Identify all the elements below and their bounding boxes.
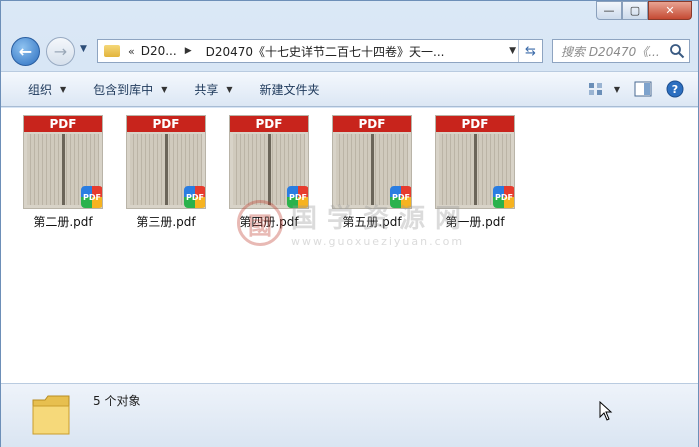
pdf-thumb-header: PDF xyxy=(230,116,308,132)
page-spine xyxy=(371,134,374,205)
file-list-pane[interactable]: PDF PDF 第二册.pdf PDF PDF 第三册.pdf PDF PDF xyxy=(1,108,698,383)
address-dropdown[interactable]: ▼ xyxy=(509,46,516,56)
pdf-thumb-header: PDF xyxy=(24,116,102,132)
include-in-library-label: 包含到库中 xyxy=(93,82,154,97)
new-folder-label: 新建文件夹 xyxy=(259,82,320,97)
preview-pane-button[interactable] xyxy=(634,81,652,97)
file-name: 第五册.pdf xyxy=(342,215,402,229)
pdf-app-icon: PDF xyxy=(184,186,205,208)
pdf-thumbnail: PDF PDF xyxy=(435,115,515,209)
breadcrumb-overflow[interactable]: « xyxy=(128,45,135,58)
share-label: 共享 xyxy=(194,82,219,97)
forward-button[interactable]: → xyxy=(46,37,75,66)
pdf-app-icon: PDF xyxy=(390,186,411,208)
address-bar[interactable]: « D20... ▶ D20470《十七史详节二百七十四卷》天一... ▼ ⇆ xyxy=(97,39,543,63)
refresh-button[interactable]: ⇆ xyxy=(518,40,542,62)
view-controls: ▼ ? xyxy=(588,72,698,106)
search-icon[interactable] xyxy=(669,43,685,59)
arrow-left-icon: ← xyxy=(18,42,33,61)
folder-icon xyxy=(32,395,70,435)
minimize-button[interactable]: — xyxy=(596,1,622,20)
help-button[interactable]: ? xyxy=(666,80,684,98)
pdf-thumb-header: PDF xyxy=(436,116,514,132)
chevron-down-icon: ▼ xyxy=(80,44,87,54)
page-spine xyxy=(474,134,477,205)
page-spine xyxy=(268,134,271,205)
chevron-down-icon: ▼ xyxy=(161,84,168,94)
file-item[interactable]: PDF PDF 第五册.pdf xyxy=(327,115,417,230)
change-view-button[interactable]: ▼ xyxy=(588,82,620,96)
mouse-cursor-icon xyxy=(599,401,613,421)
title-bar: — ▢ ✕ xyxy=(1,1,698,31)
pdf-app-icon: PDF xyxy=(493,186,514,208)
breadcrumb-item-parent[interactable]: D20... xyxy=(141,44,177,58)
file-name: 第二册.pdf xyxy=(33,215,93,229)
item-count: 5 个对象 xyxy=(93,394,141,408)
file-name: 第三册.pdf xyxy=(136,215,196,229)
navigation-bar: ← → ▼ « D20... ▶ D20470《十七史详节二百七十四卷》天一..… xyxy=(1,35,698,67)
file-name: 第四册.pdf xyxy=(239,215,299,229)
details-pane: 5 个对象 xyxy=(1,383,698,447)
pdf-thumbnail: PDF PDF xyxy=(332,115,412,209)
pdf-thumb-header: PDF xyxy=(333,116,411,132)
file-name: 第一册.pdf xyxy=(445,215,505,229)
file-item[interactable]: PDF PDF 第三册.pdf xyxy=(121,115,211,230)
watermark-url: www.guoxueziyuan.com xyxy=(291,235,465,248)
preview-pane-icon xyxy=(634,81,652,97)
file-item[interactable]: PDF PDF 第四册.pdf xyxy=(224,115,314,230)
close-button[interactable]: ✕ xyxy=(648,1,692,20)
new-folder-button[interactable]: 新建文件夹 xyxy=(260,81,320,98)
back-button[interactable]: ← xyxy=(11,37,40,66)
file-item[interactable]: PDF PDF 第二册.pdf xyxy=(18,115,108,230)
folder-icon xyxy=(104,45,120,57)
explorer-window: — ▢ ✕ ← → ▼ « D20... ▶ D20470《十七史详节二百七十四… xyxy=(0,0,699,447)
breadcrumb-separator-icon[interactable]: ▶ xyxy=(185,46,192,56)
pdf-app-icon: PDF xyxy=(287,186,308,208)
view-icon xyxy=(588,83,602,95)
recent-pages-dropdown[interactable]: ▼ xyxy=(80,44,87,54)
chevron-down-icon: ▼ xyxy=(226,84,233,94)
pdf-app-icon: PDF xyxy=(81,186,102,208)
organize-label: 组织 xyxy=(28,82,53,97)
chevron-down-icon[interactable]: ▼ xyxy=(614,85,620,94)
pdf-thumbnail: PDF PDF xyxy=(229,115,309,209)
refresh-icon: ⇆ xyxy=(525,43,536,59)
organize-menu[interactable]: 组织 ▼ xyxy=(28,81,66,98)
page-spine xyxy=(62,134,65,205)
file-item[interactable]: PDF PDF 第一册.pdf xyxy=(430,115,520,230)
pdf-thumb-header: PDF xyxy=(127,116,205,132)
include-in-library-menu[interactable]: 包含到库中 ▼ xyxy=(93,81,167,98)
search-input[interactable]: 搜索 D20470《... xyxy=(553,43,665,60)
share-menu[interactable]: 共享 ▼ xyxy=(194,81,232,98)
breadcrumb-item-current[interactable]: D20470《十七史详节二百七十四卷》天一... xyxy=(206,43,445,60)
page-spine xyxy=(165,134,168,205)
chevron-down-icon: ▼ xyxy=(60,84,67,94)
pdf-thumbnail: PDF PDF xyxy=(23,115,103,209)
command-bar: 组织 ▼ 包含到库中 ▼ 共享 ▼ 新建文件夹 ▼ ? xyxy=(1,71,698,107)
arrow-right-icon: → xyxy=(53,42,68,61)
pdf-thumbnail: PDF PDF xyxy=(126,115,206,209)
help-icon: ? xyxy=(666,80,684,98)
maximize-button[interactable]: ▢ xyxy=(622,1,648,20)
svg-text:?: ? xyxy=(672,83,678,96)
search-box[interactable]: 搜索 D20470《... xyxy=(552,39,690,63)
window-controls: — ▢ ✕ xyxy=(596,1,692,20)
